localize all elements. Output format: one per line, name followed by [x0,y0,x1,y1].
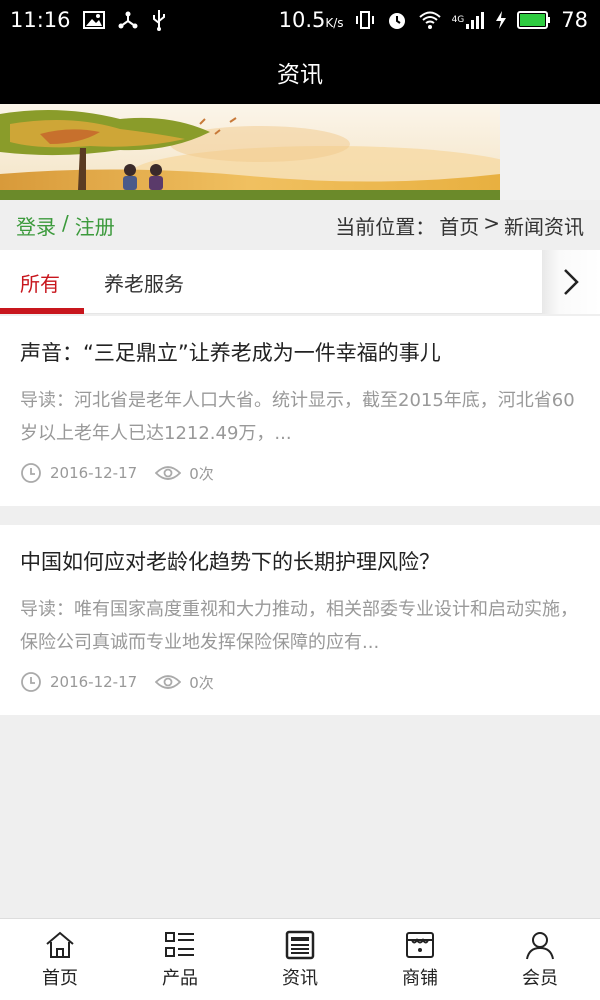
article-title[interactable]: 中国如何应对老龄化趋势下的长期护理风险？ [20,547,580,577]
article-summary: 导读：唯有国家高度重视和大力推动，相关部委专业设计和启动实施，保险公司真诚而专业… [20,599,578,653]
battery-level: 78 [561,8,588,32]
breadcrumb-current: 新闻资讯 [504,214,584,239]
news-icon [285,930,315,959]
battery-icon [517,11,551,29]
eye-icon [155,466,182,480]
nav-home-label: 首页 [42,967,78,989]
status-bar: 11:16 10.5K/s 4G 78 [0,0,600,40]
wifi-icon [418,10,442,30]
nav-member[interactable]: 会员 [480,919,600,1000]
network-speed: 10.5K/s [278,8,344,32]
store-icon [406,931,434,958]
login-link[interactable]: 登录 [16,211,56,240]
share-notification-icon [117,10,139,30]
article-title[interactable]: 声音：“三足鼎立”让养老成为一件幸福的事儿 [20,338,580,368]
image-notification-icon [82,11,105,29]
banner-image [0,104,530,202]
user-icon [526,931,554,959]
breadcrumb-row: 登录 / 注册 当前位置： 首页 > 新闻资讯 [0,200,600,250]
tab-all[interactable]: 所有 [20,250,60,314]
breadcrumb-arrow: > [483,210,500,235]
list-icon [165,931,194,957]
usb-icon [151,9,167,31]
page-title: 资讯 [277,62,323,88]
nav-news[interactable]: 资讯 [240,919,360,1000]
article-meta: 2016-12-17 0次 [20,671,580,693]
location-label: 当前位置： [335,214,436,239]
banner[interactable] [0,104,600,202]
home-icon [46,931,74,958]
article-summary: 导读：河北省是老年人口大省。统计显示，截至2015年底，河北省60岁以上老年人已… [20,390,575,444]
nav-member-label: 会员 [522,967,558,989]
tab-active-indicator [0,308,84,314]
clock-icon [21,672,41,692]
signal-icon: 4G [452,10,486,30]
nav-news-label: 资讯 [282,967,318,989]
chevron-right-icon [564,269,579,295]
breadcrumb: 当前位置： 首页 > 新闻资讯 [335,211,584,240]
article-card[interactable]: 中国如何应对老龄化趋势下的长期护理风险？ 导读：唯有国家高度重视和大力推动，相关… [0,525,600,715]
nav-stores[interactable]: 商铺 [360,919,480,1000]
nav-home[interactable]: 首页 [0,919,120,1000]
alarm-icon [386,9,408,31]
breadcrumb-home[interactable]: 首页 [439,211,479,240]
eye-icon [155,675,182,689]
article-card[interactable]: 声音：“三足鼎立”让养老成为一件幸福的事儿 导读：河北省是老年人口大省。统计显示… [0,316,600,506]
status-time: 11:16 [10,8,71,32]
nav-stores-label: 商铺 [402,967,438,989]
article-views: 0次 [155,672,214,693]
article-date: 2016-12-17 [20,671,137,693]
tab-elderly-service[interactable]: 养老服务 [104,250,184,314]
nav-products-label: 产品 [162,967,198,989]
title-bar: 资讯 [0,40,600,104]
login-register: 登录 / 注册 [16,211,115,240]
tabs-scroll-right-button[interactable] [542,250,600,314]
login-separator: / [62,210,69,235]
charging-icon [495,10,507,30]
category-tabs: 所有 养老服务 [0,250,600,314]
article-views: 0次 [155,463,214,484]
article-meta: 2016-12-17 0次 [20,462,580,484]
vibrate-icon [354,10,376,30]
register-link[interactable]: 注册 [75,211,115,240]
nav-products[interactable]: 产品 [120,919,240,1000]
bottom-navigation: 首页 产品 资讯 商铺 会员 [0,918,600,1000]
clock-icon [21,463,41,483]
article-date: 2016-12-17 [20,462,137,484]
